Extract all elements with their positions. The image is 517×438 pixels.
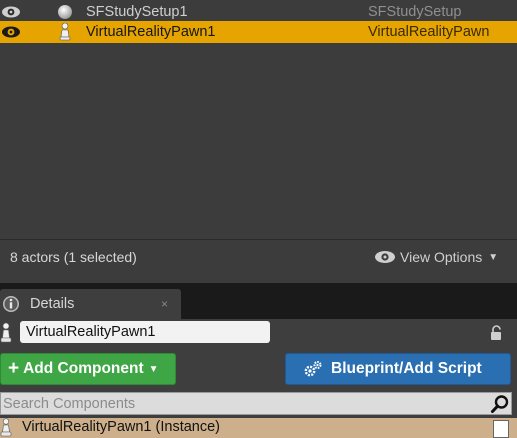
world-outliner: SFStudySetup1 SFStudySetup VirtualRealit… bbox=[0, 0, 517, 283]
blueprint-add-script-label: Blueprint/Add Script bbox=[331, 360, 482, 377]
search-components-box[interactable] bbox=[0, 392, 512, 415]
tab-details[interactable]: Details × bbox=[0, 289, 181, 319]
visibility-eye-icon[interactable] bbox=[0, 2, 22, 22]
search-icon[interactable] bbox=[490, 394, 510, 414]
visibility-eye-icon[interactable] bbox=[0, 22, 22, 42]
outliner-row-type: SFStudySetup bbox=[368, 3, 462, 20]
chevron-down-icon: ▼ bbox=[148, 363, 159, 375]
actor-count-status: 8 actors (1 selected) bbox=[10, 249, 137, 265]
blueprint-add-script-button[interactable]: Blueprint/Add Script bbox=[285, 353, 511, 385]
outliner-row-sfstudysetup1[interactable]: SFStudySetup1 SFStudySetup bbox=[0, 0, 517, 23]
tab-details-label: Details bbox=[30, 296, 75, 312]
eye-icon bbox=[375, 251, 395, 263]
add-component-button[interactable]: + Add Component ▼ bbox=[0, 353, 176, 385]
gears-icon bbox=[304, 361, 322, 377]
actor-name-row bbox=[0, 319, 517, 347]
outliner-row-label: SFStudySetup1 bbox=[86, 3, 188, 20]
details-tab-bar: Details × bbox=[0, 283, 517, 319]
pawn-icon bbox=[0, 418, 12, 437]
sphere-icon bbox=[56, 3, 74, 21]
search-components-input[interactable] bbox=[3, 394, 483, 413]
outliner-row-label: VirtualRealityPawn1 bbox=[86, 24, 216, 40]
outliner-row-type: VirtualRealityPawn bbox=[368, 24, 490, 40]
pawn-icon bbox=[0, 322, 12, 343]
pawn-icon bbox=[56, 22, 74, 41]
details-panel: + Add Component ▼ Blueprint/Add Script V… bbox=[0, 319, 517, 438]
close-icon[interactable]: × bbox=[161, 297, 168, 311]
add-component-label: Add Component bbox=[23, 360, 144, 377]
actor-name-input[interactable] bbox=[20, 321, 270, 343]
component-row-label: VirtualRealityPawn1 (Instance) bbox=[22, 419, 220, 435]
view-options-label: View Options bbox=[400, 249, 483, 265]
info-icon bbox=[3, 296, 19, 312]
view-options-button[interactable]: View Options ▼ bbox=[374, 247, 498, 267]
chevron-down-icon: ▼ bbox=[488, 251, 499, 263]
component-checkbox[interactable] bbox=[493, 420, 509, 438]
component-row-instance[interactable]: VirtualRealityPawn1 (Instance) bbox=[0, 418, 517, 438]
lock-icon[interactable] bbox=[488, 324, 506, 342]
outliner-divider bbox=[0, 239, 517, 240]
plus-icon: + bbox=[8, 358, 20, 379]
outliner-row-virtualrealitypawn1[interactable]: VirtualRealityPawn1 VirtualRealityPawn bbox=[0, 21, 517, 43]
